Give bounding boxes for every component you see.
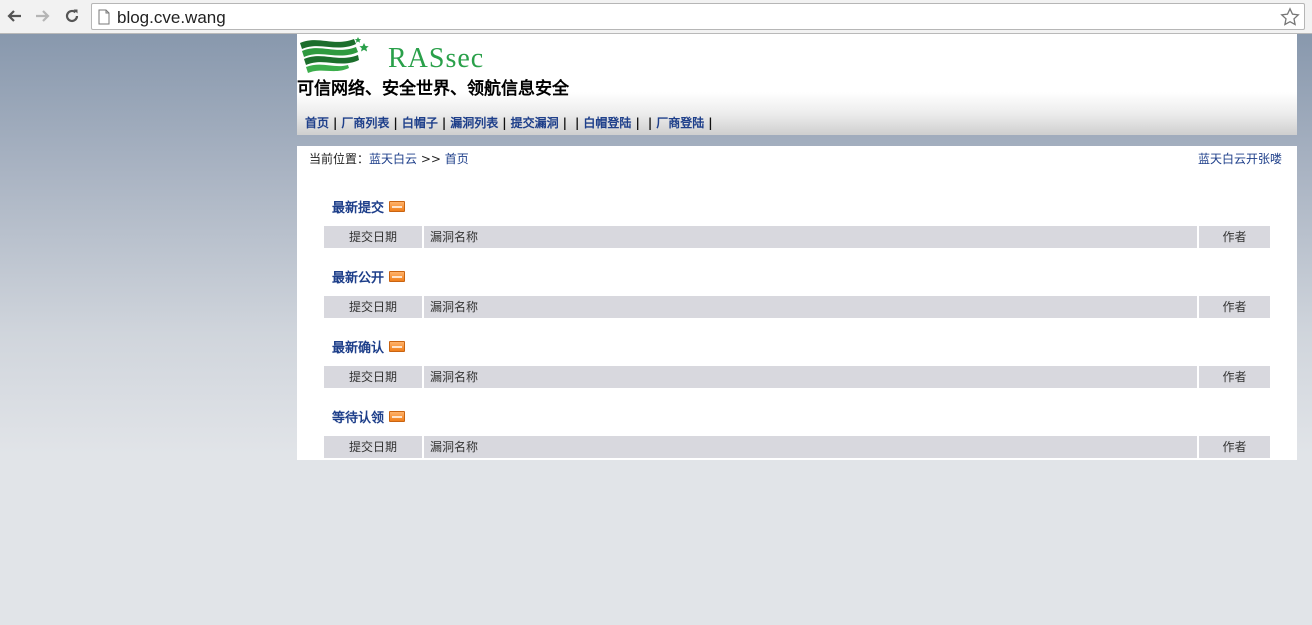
rss-icon[interactable] xyxy=(389,341,406,352)
url-text[interactable]: blog.cve.wang xyxy=(117,8,226,28)
breadcrumb-separator: >> xyxy=(417,152,445,166)
section-title-latest-public: 最新公开 xyxy=(332,267,406,286)
column-date: 提交日期 xyxy=(324,296,422,318)
breadcrumb-prefix: 当前位置： xyxy=(309,152,370,166)
forward-button[interactable] xyxy=(32,6,52,26)
reload-icon xyxy=(65,9,79,23)
reload-button[interactable] xyxy=(62,6,82,26)
breadcrumb-site[interactable]: 蓝天白云 xyxy=(369,152,417,166)
site-slogan: 可信网络、安全世界、领航信息安全 xyxy=(297,79,569,99)
nav-vendor-login[interactable]: 厂商登陆 xyxy=(656,116,704,130)
site-brand: RASsec xyxy=(388,43,485,74)
column-vuln-name: 漏洞名称 xyxy=(424,436,1197,458)
page-icon xyxy=(98,9,110,25)
column-date: 提交日期 xyxy=(324,436,422,458)
site-header: RASsec 可信网络、安全世界、领航信息安全 首页 | 厂商列表 | 白帽子 | 漏洞列表… xyxy=(297,34,1297,135)
nav-submit-vuln[interactable]: 提交漏洞 xyxy=(511,116,559,130)
arrow-left-icon xyxy=(7,10,21,22)
back-button[interactable] xyxy=(5,6,25,26)
column-author: 作者 xyxy=(1199,436,1270,458)
column-author: 作者 xyxy=(1199,296,1270,318)
table-header: 提交日期 漏洞名称 作者 xyxy=(324,226,1270,248)
breadcrumb: 当前位置：蓝天白云 >> 首页 xyxy=(309,150,469,167)
column-date: 提交日期 xyxy=(324,226,422,248)
nav-home[interactable]: 首页 xyxy=(305,116,329,130)
column-vuln-name: 漏洞名称 xyxy=(424,296,1197,318)
star-icon[interactable] xyxy=(1280,7,1300,27)
column-vuln-name: 漏洞名称 xyxy=(424,226,1197,248)
section-title-text[interactable]: 最新提交 xyxy=(332,197,384,216)
table-header: 提交日期 漏洞名称 作者 xyxy=(324,366,1270,388)
section-title-text[interactable]: 等待认领 xyxy=(332,407,384,426)
rss-icon[interactable] xyxy=(389,271,406,282)
column-date: 提交日期 xyxy=(324,366,422,388)
nav-vuln-list[interactable]: 漏洞列表 xyxy=(450,116,498,130)
breadcrumb-current[interactable]: 首页 xyxy=(445,152,469,166)
section-title-text[interactable]: 最新公开 xyxy=(332,267,384,286)
announcement-link[interactable]: 蓝天白云开张喽 xyxy=(1198,150,1282,167)
rss-icon[interactable] xyxy=(389,411,406,422)
flag-logo-icon xyxy=(300,37,369,73)
nav-whitehats[interactable]: 白帽子 xyxy=(402,116,438,130)
main-nav: 首页 | 厂商列表 | 白帽子 | 漏洞列表 | 提交漏洞 | | 白帽登陆 | | 厂商登陆 | xyxy=(305,116,713,130)
address-bar[interactable]: blog.cve.wang xyxy=(91,3,1305,30)
browser-toolbar: blog.cve.wang xyxy=(0,0,1312,34)
rss-icon[interactable] xyxy=(389,201,406,212)
table-header: 提交日期 漏洞名称 作者 xyxy=(324,436,1270,458)
section-title-text[interactable]: 最新确认 xyxy=(332,337,384,356)
table-header: 提交日期 漏洞名称 作者 xyxy=(324,296,1270,318)
column-author: 作者 xyxy=(1199,366,1270,388)
nav-vendor-list[interactable]: 厂商列表 xyxy=(341,116,389,130)
nav-whitehat-login[interactable]: 白帽登陆 xyxy=(583,116,631,130)
section-title-latest-submitted: 最新提交 xyxy=(332,197,406,216)
section-title-awaiting-claim: 等待认领 xyxy=(332,407,406,426)
column-vuln-name: 漏洞名称 xyxy=(424,366,1197,388)
main-content: 当前位置：蓝天白云 >> 首页 蓝天白云开张喽 最新提交 提交日期 漏洞名称 作… xyxy=(297,146,1297,460)
section-title-latest-confirmed: 最新确认 xyxy=(332,337,406,356)
column-author: 作者 xyxy=(1199,226,1270,248)
arrow-right-icon xyxy=(36,10,50,22)
